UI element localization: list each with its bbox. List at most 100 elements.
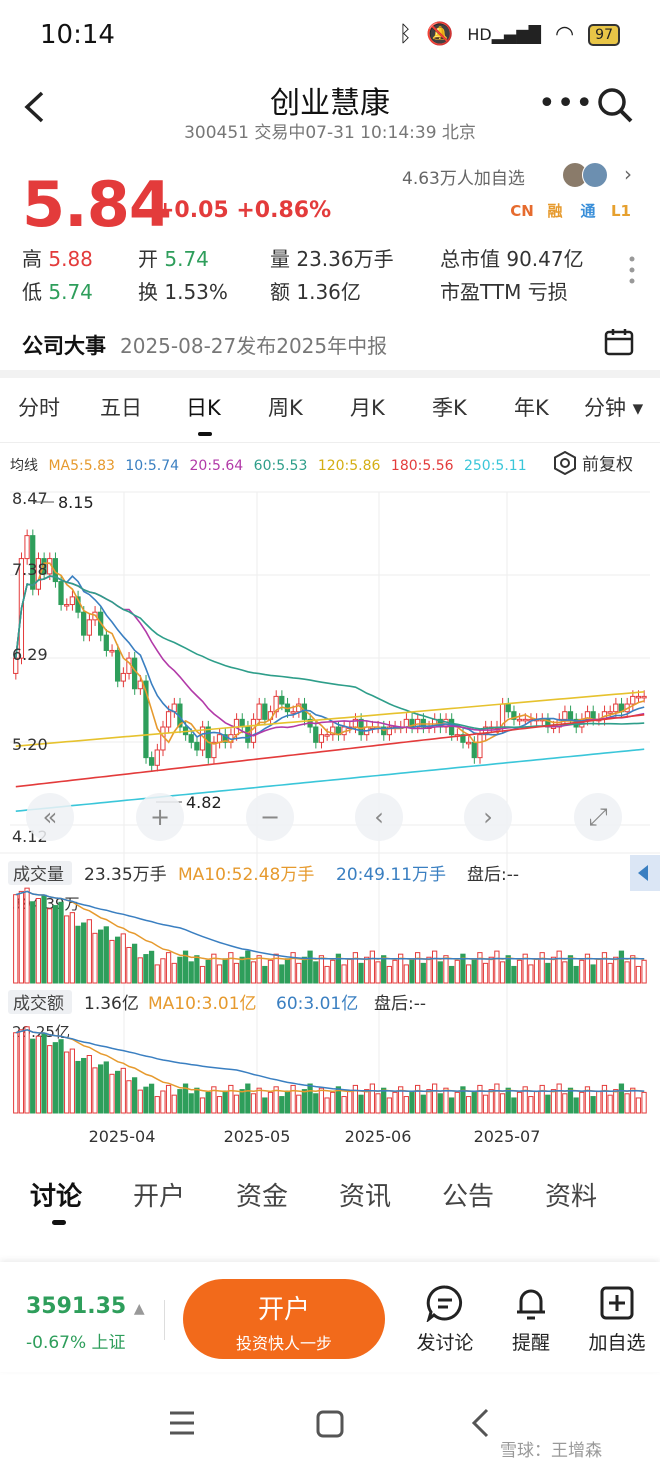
amount-bar <box>556 1083 562 1114</box>
amount-bar <box>233 1094 240 1114</box>
volume-bar <box>635 965 642 984</box>
volume-bar <box>30 901 36 984</box>
prev-icon[interactable]: ‹ <box>355 793 403 841</box>
volume-bar <box>471 958 477 984</box>
status-time: 10:14 <box>40 20 115 50</box>
amount-bar <box>177 1089 183 1114</box>
turnover-value: 1.53% <box>164 280 228 304</box>
tab-funds[interactable]: 资金 <box>236 1176 288 1213</box>
candle-body <box>477 734 483 759</box>
volume-bar <box>437 961 443 984</box>
volume-bar <box>431 950 438 984</box>
volume-bar <box>381 955 387 984</box>
adjust-toggle[interactable]: 前复权 <box>553 450 633 475</box>
search-icon[interactable] <box>596 86 634 124</box>
amount-bar <box>465 1096 472 1114</box>
amount-bar <box>567 1087 574 1114</box>
tab-daily-k[interactable]: 日K <box>186 392 221 422</box>
chevron-right-icon[interactable]: › <box>624 162 632 186</box>
amount-bar <box>279 1096 285 1114</box>
scroll-left-icon[interactable]: « <box>26 793 74 841</box>
zoom-in-icon[interactable]: + <box>136 793 184 841</box>
tab-quarterly-k[interactable]: 季K <box>432 392 467 422</box>
turnover-label: 换 <box>138 280 158 304</box>
kline-chart[interactable]: 8.477.386.295.204.128.154.82 «+ − ‹ › ⤢ 成交量 2… <box>0 480 660 1160</box>
candle-body <box>318 734 325 743</box>
ma5-value: MA5:5.83 <box>48 458 115 474</box>
low-value: 5.74 <box>48 280 93 304</box>
amount-bar <box>216 1096 223 1114</box>
control-glyph: ‹ <box>374 803 384 831</box>
volume-bar <box>420 962 426 984</box>
amount-bar <box>443 1087 449 1114</box>
home-icon[interactable] <box>316 1410 344 1442</box>
amount-bar <box>296 1094 302 1114</box>
more-icon[interactable]: ••• <box>538 86 594 121</box>
tab-yearly-k[interactable]: 年K <box>514 392 549 422</box>
tab-monthly-k[interactable]: 月K <box>350 392 385 422</box>
post-discussion-button[interactable]: 发讨论 <box>410 1284 480 1355</box>
open-account-button[interactable]: 开户 投资快人一步 <box>183 1279 385 1359</box>
content-tabs: 讨论 开户 资金 资讯 公告 资料 <box>0 1176 660 1216</box>
ma180-value: 180:5.56 <box>390 458 454 474</box>
tab-profile[interactable]: 资料 <box>545 1176 597 1213</box>
ma-line-ma5 <box>15 562 645 745</box>
amount-bar <box>505 1087 511 1114</box>
expand-dots-icon[interactable] <box>628 255 636 289</box>
amount-bar <box>364 1089 370 1114</box>
next-icon[interactable]: › <box>464 793 512 841</box>
back-nav-icon[interactable] <box>470 1408 490 1442</box>
volume-bar <box>352 952 359 984</box>
metric-low: 低 5.74 <box>22 276 93 305</box>
mute-icon: 🔕 <box>425 22 454 47</box>
divider <box>164 1300 165 1340</box>
y-tick-label: 5.20 <box>12 735 48 754</box>
metric-turnover: 换 1.53% <box>138 276 228 305</box>
tab-five-day[interactable]: 五日 <box>100 392 142 422</box>
volume-bar <box>205 959 211 984</box>
menu-icon[interactable] <box>168 1410 196 1440</box>
candle-body <box>630 695 636 705</box>
volume-bar <box>98 929 104 984</box>
volume-bar <box>92 932 98 984</box>
add-watchlist-button[interactable]: 加自选 <box>582 1284 652 1355</box>
ma-line-20 <box>15 575 645 737</box>
candle-body <box>86 619 92 636</box>
amount-text: 1.36亿 <box>84 994 139 1014</box>
events-text[interactable]: 2025-08-27发布2025年中报 <box>120 330 387 359</box>
amount-bar <box>352 1084 359 1114</box>
volume-bar <box>375 961 381 984</box>
amount-bar <box>250 1093 257 1114</box>
tab-open-account[interactable]: 开户 <box>133 1176 185 1213</box>
amount-bar <box>75 1060 81 1114</box>
volume-bar <box>199 965 206 984</box>
volume-bar <box>58 901 64 984</box>
alert-button[interactable]: 提醒 <box>496 1284 566 1355</box>
candle-body <box>154 749 160 766</box>
volume-bar <box>160 958 166 984</box>
tab-news[interactable]: 资讯 <box>339 1176 391 1213</box>
index-value[interactable]: 3591.35 ▲ <box>26 1294 145 1319</box>
tab-discussion[interactable]: 讨论 <box>30 1176 82 1213</box>
metric-pe: 市盈TTM 亏损 <box>440 280 568 304</box>
candle-body <box>516 718 523 722</box>
events-title[interactable]: 公司大事 <box>22 330 106 360</box>
tab-announcements[interactable]: 公告 <box>442 1176 494 1213</box>
calendar-icon[interactable] <box>604 328 634 356</box>
fullscreen-icon[interactable]: ⤢ <box>574 793 622 841</box>
amount-bar <box>330 1091 336 1114</box>
tab-intraday[interactable]: 分时 <box>18 392 60 422</box>
tab-minute[interactable]: 分钟 ▾ <box>584 392 643 422</box>
amount-bar <box>131 1077 138 1114</box>
volume-bar <box>137 957 143 984</box>
followers-count[interactable]: 4.63万人加自选 <box>402 164 525 189</box>
adjust-label: 前复权 <box>582 455 633 475</box>
volume-bar <box>296 962 302 984</box>
tab-weekly-k[interactable]: 周K <box>268 392 303 422</box>
zoom-out-icon[interactable]: − <box>246 793 294 841</box>
volume-bar <box>262 965 268 984</box>
candle-body <box>505 703 511 713</box>
y-tick-label: 6.29 <box>12 645 48 664</box>
amount-bar <box>403 1096 409 1114</box>
amount-bar <box>324 1097 330 1114</box>
